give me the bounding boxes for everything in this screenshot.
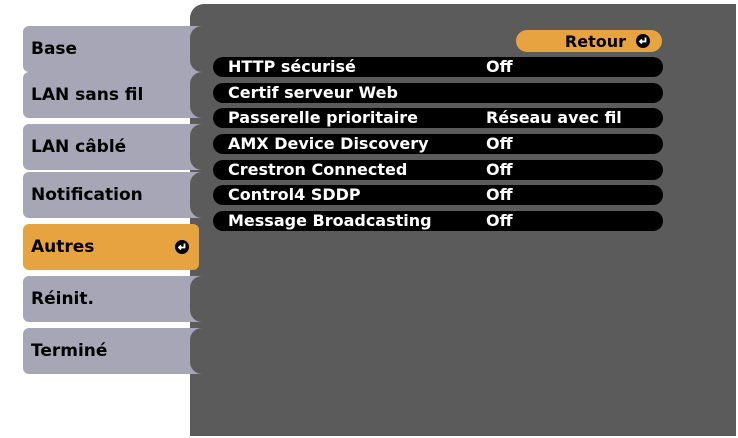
- tab-label: Terminé: [31, 341, 108, 361]
- enter-icon: [175, 240, 189, 254]
- row-http-securise[interactable]: HTTP sécurisé Off: [213, 57, 663, 77]
- tab-lan-sans-fil[interactable]: LAN sans fil: [23, 72, 206, 118]
- row-passerelle-prioritaire[interactable]: Passerelle prioritaire Réseau avec fil: [213, 108, 663, 128]
- row-name: Certif serveur Web: [228, 83, 398, 102]
- row-value: Off: [486, 185, 513, 204]
- tab-lan-cable[interactable]: LAN câblé: [23, 124, 206, 170]
- row-value: Off: [486, 134, 513, 153]
- tab-base[interactable]: Base: [23, 26, 206, 72]
- tab-label: Notification: [31, 185, 143, 205]
- tab-reinit[interactable]: Réinit.: [23, 276, 206, 322]
- row-value: Off: [486, 211, 513, 230]
- tab-label: Base: [31, 39, 78, 59]
- row-value: Off: [486, 160, 513, 179]
- tab-label: Réinit.: [31, 289, 94, 309]
- back-button-label: Retour: [564, 31, 626, 51]
- back-button[interactable]: Retour: [516, 30, 662, 52]
- row-message-broadcasting[interactable]: Message Broadcasting Off: [213, 211, 663, 231]
- tab-label: LAN sans fil: [31, 85, 144, 105]
- row-name: Crestron Connected: [228, 160, 408, 179]
- tab-label: Autres: [31, 237, 95, 257]
- row-value: Réseau avec fil: [486, 108, 622, 127]
- row-name: AMX Device Discovery: [228, 134, 429, 153]
- row-certif-serveur-web[interactable]: Certif serveur Web: [213, 83, 663, 103]
- row-name: HTTP sécurisé: [228, 57, 356, 76]
- enter-icon: [636, 34, 650, 48]
- projector-menu-screen: Base LAN sans fil LAN câblé Notification…: [0, 0, 738, 438]
- row-name: Control4 SDDP: [228, 185, 361, 204]
- row-amx-device-discovery[interactable]: AMX Device Discovery Off: [213, 134, 663, 154]
- row-crestron-connected[interactable]: Crestron Connected Off: [213, 160, 663, 180]
- tab-notification[interactable]: Notification: [23, 172, 206, 218]
- row-control4-sddp[interactable]: Control4 SDDP Off: [213, 185, 663, 205]
- tab-termine[interactable]: Terminé: [23, 328, 206, 374]
- row-name: Message Broadcasting: [228, 211, 432, 230]
- tab-label: LAN câblé: [31, 137, 127, 157]
- row-name: Passerelle prioritaire: [228, 108, 418, 127]
- tab-autres[interactable]: Autres: [23, 224, 199, 270]
- row-value: Off: [486, 57, 513, 76]
